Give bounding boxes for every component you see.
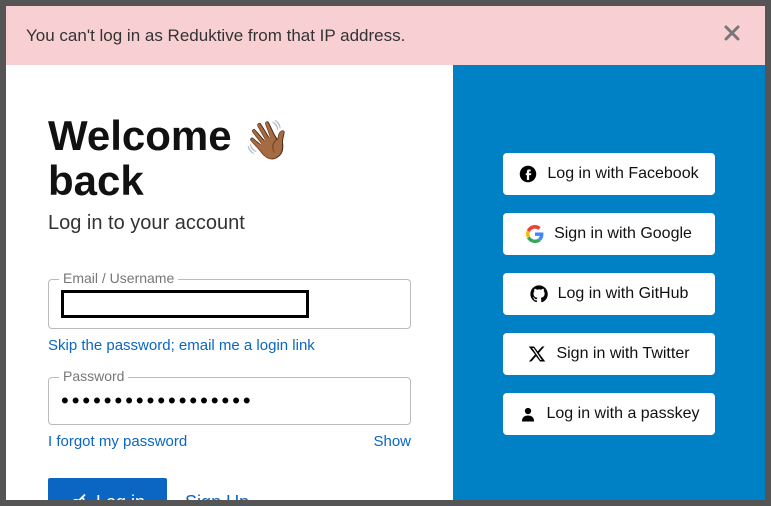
- left-panel: Welcomeback 👋🏾 Log in to your account Em…: [6, 65, 453, 500]
- x-icon: [528, 345, 546, 363]
- passkey-sso-button[interactable]: Log in with a passkey: [503, 393, 715, 435]
- skip-password-link[interactable]: Skip the password; email me a login link: [48, 337, 315, 354]
- page-subtitle: Log in to your account: [48, 212, 411, 235]
- twitter-sso-button[interactable]: Sign in with Twitter: [503, 333, 715, 375]
- password-field-wrap: Password ••••••••••••••••••: [48, 377, 411, 425]
- error-alert: You can't log in as Reduktive from that …: [6, 6, 765, 65]
- password-field[interactable]: ••••••••••••••••••: [61, 388, 254, 413]
- google-sso-button[interactable]: Sign in with Google: [503, 213, 715, 255]
- page-title: Welcomeback: [48, 113, 232, 204]
- email-field[interactable]: [61, 290, 309, 318]
- key-icon: [70, 493, 88, 500]
- show-password-link[interactable]: Show: [373, 433, 411, 450]
- login-button[interactable]: Log in: [48, 478, 167, 500]
- sso-panel: Log in with Facebook Sign in with Google…: [453, 65, 765, 500]
- facebook-sso-button[interactable]: Log in with Facebook: [503, 153, 715, 195]
- user-icon: [519, 405, 537, 423]
- close-icon[interactable]: [719, 20, 745, 51]
- google-icon: [526, 225, 544, 243]
- login-dialog: You can't log in as Reduktive from that …: [6, 6, 765, 500]
- email-label: Email / Username: [59, 270, 178, 286]
- github-sso-button[interactable]: Log in with GitHub: [503, 273, 715, 315]
- signup-link[interactable]: Sign Up: [185, 492, 249, 500]
- password-label: Password: [59, 368, 128, 384]
- error-message: You can't log in as Reduktive from that …: [26, 26, 405, 46]
- email-field-wrap: Email / Username: [48, 279, 411, 329]
- facebook-icon: [519, 165, 537, 183]
- forgot-password-link[interactable]: I forgot my password: [48, 433, 187, 450]
- wave-icon: 👋🏾: [244, 119, 291, 163]
- github-icon: [530, 285, 548, 303]
- main-content: Welcomeback 👋🏾 Log in to your account Em…: [6, 65, 765, 500]
